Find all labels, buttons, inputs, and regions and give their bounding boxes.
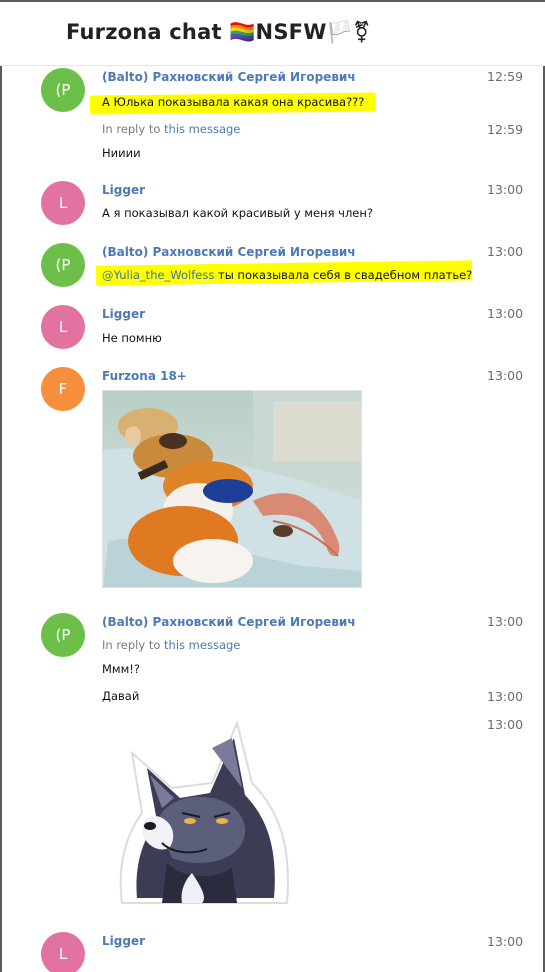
message-time: 13:00 [487,934,524,949]
message-time: 13:00 [487,614,524,629]
window-frame-left [0,0,2,972]
message-time: 13:00 [487,182,524,197]
message-time: 12:59 [487,69,524,84]
reply-prefix: In reply to [102,122,165,136]
user-mention-link[interactable]: @Yulia_the_Wolfess [102,268,214,282]
avatar[interactable]: L [41,305,85,349]
message-time: 12:59 [487,122,524,137]
message-text-body: ты показывала себя в свадебном платье? [214,268,473,282]
avatar[interactable]: (P [41,613,85,657]
sender-name[interactable]: (Balto) Рахновский Сергей Игоревич [102,70,356,84]
sender-name[interactable]: Ligger [102,183,145,197]
avatar[interactable]: (P [41,68,85,112]
photo-attachment[interactable] [102,390,362,588]
avatar[interactable]: L [41,181,85,225]
message-time: 13:00 [487,368,524,383]
sender-name[interactable]: (Balto) Рахновский Сергей Игоревич [102,615,356,629]
avatar[interactable]: L [41,932,85,972]
sender-name[interactable]: Furzona 18+ [102,369,187,383]
reply-reference: In reply to this message [102,638,240,652]
sticker-attachment[interactable] [102,713,298,909]
chat-title: Furzona chat 🏳️‍🌈NSFW🏳️⚧ [66,20,371,44]
avatar[interactable]: F [41,367,85,411]
sender-name[interactable]: Ligger [102,934,145,948]
message-text: Нииии [102,146,141,160]
message-time: 13:00 [487,244,524,259]
reply-link[interactable]: this message [164,122,240,136]
message-text: @Yulia_the_Wolfess ты показывала себя в … [102,268,472,282]
sender-name[interactable]: (Balto) Рахновский Сергей Игоревич [102,245,356,259]
message-text: Не помню [102,331,162,345]
reply-prefix: In reply to [102,638,165,652]
sender-name[interactable]: Ligger [102,307,145,321]
message-text: А я показывал какой красивый у меня член… [102,206,373,220]
wolf-sticker-image [119,719,289,904]
message-time: 13:00 [487,717,524,732]
artwork-image [103,391,361,587]
avatar[interactable]: (P [41,243,85,287]
reply-reference: In reply to this message [102,122,240,136]
message-time: 13:00 [487,306,524,321]
message-time: 13:00 [487,689,524,704]
reply-link[interactable]: this message [164,638,240,652]
message-text: А Юлька показывала какая она красива??? [102,95,365,109]
chat-header: Furzona chat 🏳️‍🌈NSFW🏳️⚧ [0,2,545,66]
message-text: Давай [102,689,140,703]
message-text: Ммм!? [102,662,140,676]
